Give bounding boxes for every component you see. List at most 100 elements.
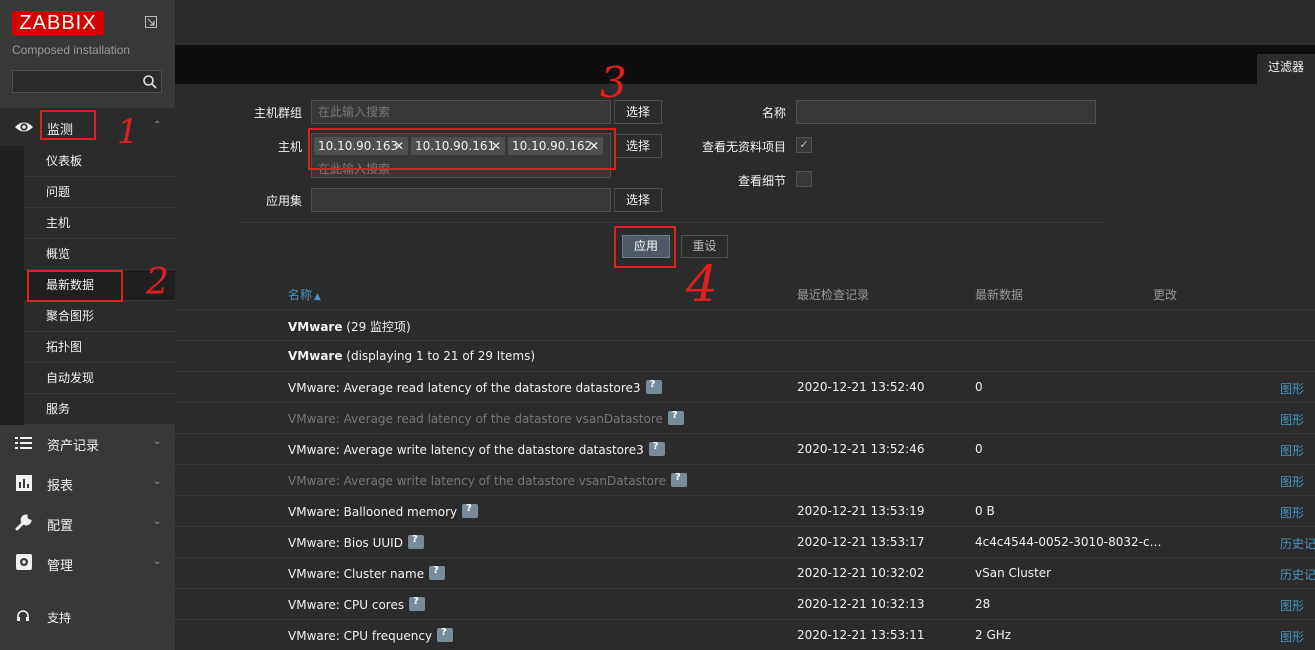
last-value-cell: 0 B — [975, 504, 995, 518]
item-name-text: VMware: Bios UUID — [288, 536, 403, 550]
hosts-select-button[interactable]: 选择 — [614, 134, 662, 158]
submenu-screens[interactable]: 聚合图形 — [24, 301, 175, 332]
sidebar: ZABBIX Composed installation 监测 ⌃ 仪表板 问题… — [0, 0, 175, 650]
filter-tab-bar — [175, 45, 1315, 84]
table-row[interactable]: VMware: Average read latency of the data… — [175, 402, 1315, 433]
last-value-cell: 0 — [975, 442, 983, 456]
help-icon[interactable] — [462, 503, 479, 518]
item-name-text: VMware: CPU cores — [288, 598, 405, 612]
zabbix-logo[interactable]: ZABBIX — [12, 11, 104, 35]
help-icon[interactable] — [407, 534, 424, 549]
wrench-icon — [15, 514, 32, 531]
latest-data-table: 名称 ▲ 最近检查记录 最新数据 更改 VMware (29 监控项) VMwar… — [175, 278, 1315, 650]
collapse-sidebar-icon[interactable] — [145, 16, 157, 28]
group-row[interactable]: VMware (displaying 1 to 21 of 29 Items) — [175, 340, 1315, 371]
item-name-text: VMware: Average write latency of the dat… — [288, 474, 667, 488]
help-icon[interactable] — [645, 379, 662, 394]
help-icon[interactable] — [429, 565, 446, 580]
filter-divider — [242, 222, 1107, 223]
last-check-cell: 2020-12-21 13:53:19 — [797, 504, 925, 518]
submenu-services[interactable]: 服务 — [24, 394, 175, 425]
table-row[interactable]: VMware: Ballooned memory 2020-12-21 13:53… — [175, 495, 1315, 526]
application-select-button[interactable]: 选择 — [614, 188, 662, 212]
sidebar-search-input[interactable] — [12, 70, 162, 93]
item-name-text: VMware: Average write latency of the dat… — [288, 443, 644, 457]
group-count: (displaying 1 to 21 of 29 Items) — [342, 349, 536, 363]
item-name-text: VMware: Ballooned memory — [288, 505, 458, 519]
graph-link[interactable]: 图形 — [1280, 380, 1304, 397]
item-name-text: VMware: CPU frequency — [288, 629, 433, 643]
menu-configuration[interactable]: 配置 ⌄ — [0, 504, 175, 542]
graph-link[interactable]: 图形 — [1280, 411, 1304, 428]
header-bar — [175, 0, 1315, 45]
bar-chart-icon — [16, 475, 32, 491]
application-input[interactable] — [311, 188, 611, 212]
graph-link[interactable]: 图形 — [1280, 442, 1304, 459]
submenu-maps[interactable]: 拓扑图 — [24, 332, 175, 363]
chevron-down-icon: ⌄ — [153, 436, 162, 447]
annotation-number: 4 — [686, 255, 718, 313]
item-name-text: VMware: Average read latency of the data… — [288, 412, 663, 426]
show-without-data-checkbox[interactable]: ✓ — [796, 137, 812, 153]
submenu-dashboard[interactable]: 仪表板 — [24, 146, 175, 177]
table-row[interactable]: VMware: Cluster name 2020-12-21 10:32:02 v… — [175, 557, 1315, 588]
menu-support[interactable]: 支持 — [0, 598, 175, 636]
graph-link[interactable]: 图形 — [1280, 628, 1304, 645]
annotation-box-monitoring — [40, 110, 96, 140]
graph-link[interactable]: 图形 — [1280, 504, 1304, 521]
table-row[interactable]: VMware: Bios UUID 2020-12-21 13:53:17 4c4c… — [175, 526, 1315, 557]
annotation-number: 2 — [146, 262, 169, 303]
menu-configuration-label: 配置 — [47, 519, 74, 534]
menu-administration[interactable]: 管理 ⌄ — [0, 544, 175, 582]
submenu-problems[interactable]: 问题 — [24, 177, 175, 208]
graph-link[interactable]: 图形 — [1280, 473, 1304, 490]
chevron-up-icon: ⌃ — [153, 120, 162, 131]
table-row[interactable]: VMware: CPU frequency 2020-12-21 13:53:11… — [175, 619, 1315, 650]
item-name: VMware: CPU cores — [288, 596, 426, 612]
submenu-discovery[interactable]: 自动发现 — [24, 363, 175, 394]
last-value-cell: 0 — [975, 380, 983, 394]
help-icon[interactable] — [437, 627, 454, 642]
annotation-number: 3 — [600, 58, 627, 107]
annotation-number: 1 — [117, 112, 139, 152]
item-name: VMware: Bios UUID — [288, 534, 424, 550]
show-without-data-label: 查看无资料项目 — [701, 140, 786, 154]
host-groups-input[interactable]: 在此输入搜索 — [311, 100, 611, 124]
table-row[interactable]: VMware: Average read latency of the data… — [175, 371, 1315, 402]
help-icon[interactable] — [671, 472, 688, 487]
name-input[interactable] — [796, 100, 1096, 124]
menu-reports-label: 报表 — [47, 479, 74, 494]
show-details-label: 查看细节 — [737, 174, 786, 188]
show-details-checkbox[interactable] — [796, 171, 812, 187]
help-icon[interactable] — [409, 596, 426, 611]
chevron-down-icon: ⌄ — [153, 556, 162, 567]
table-row[interactable]: VMware: Average write latency of the dat… — [175, 464, 1315, 495]
column-header-name[interactable]: 名称 ▲ — [288, 286, 321, 303]
menu-inventory[interactable]: 资产记录 ⌄ — [0, 424, 175, 462]
last-check-cell: 2020-12-21 10:32:13 — [797, 597, 925, 611]
chevron-down-icon: ⌄ — [153, 516, 162, 527]
group-name: VMware — [288, 320, 343, 334]
group-row[interactable]: VMware (29 监控项) — [175, 309, 1315, 340]
last-check-cell: 2020-12-21 10:32:02 — [797, 566, 925, 580]
item-name-text: VMware: Cluster name — [288, 567, 425, 581]
last-check-cell: 2020-12-21 13:53:17 — [797, 535, 925, 549]
chevron-down-icon: ⌄ — [153, 476, 162, 487]
group-label: VMware (displaying 1 to 21 of 29 Items) — [288, 349, 535, 363]
submenu-indent — [0, 146, 24, 425]
submenu-hosts[interactable]: 主机 — [24, 208, 175, 239]
table-row[interactable]: VMware: CPU cores 2020-12-21 10:32:13 28 图形 — [175, 588, 1315, 619]
table-row[interactable]: VMware: Average write latency of the dat… — [175, 433, 1315, 464]
graph-link[interactable]: 图形 — [1280, 597, 1304, 614]
graph-link[interactable]: 历史记 — [1280, 566, 1315, 583]
graph-link[interactable]: 历史记 — [1280, 535, 1315, 552]
help-icon[interactable] — [667, 410, 684, 425]
menu-reports[interactable]: 报表 ⌄ — [0, 464, 175, 502]
last-check-cell: 2020-12-21 13:52:46 — [797, 442, 925, 456]
column-header-name-label: 名称 — [288, 288, 313, 302]
tab-filter[interactable]: 过滤器 — [1257, 54, 1315, 84]
menu-inventory-label: 资产记录 — [47, 439, 100, 454]
help-icon[interactable] — [648, 441, 665, 456]
last-check-cell: 2020-12-21 13:53:11 — [797, 628, 925, 642]
search-icon[interactable] — [142, 74, 158, 90]
